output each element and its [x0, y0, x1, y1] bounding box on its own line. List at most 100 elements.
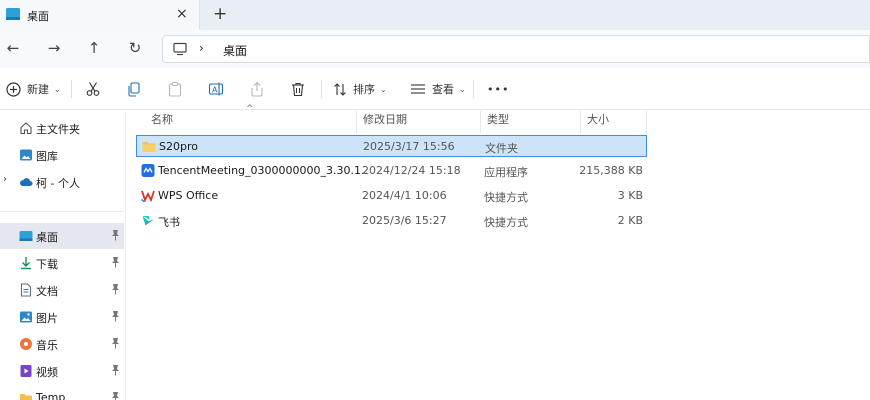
file-name: S20pro [159, 140, 198, 153]
new-label: 新建 [27, 83, 49, 96]
column-header-type[interactable]: 类型 [480, 111, 580, 133]
chevron-right-icon[interactable]: › [3, 174, 7, 185]
svg-text:A: A [212, 86, 218, 95]
file-list: ^ 名称 修改日期 类型 大小 S20pro 2025/3/17 15:56 文… [127, 104, 870, 400]
cloud-icon [20, 178, 33, 186]
music-icon [20, 338, 32, 350]
pin-icon[interactable] [111, 391, 120, 400]
file-name: WPS Office [158, 189, 219, 202]
address-row: ← → ↑ ↻ › 桌面 [0, 30, 870, 68]
sort-label: 排序 [353, 83, 375, 96]
file-row-tencentmeeting[interactable]: TencentMeeting_0300000000_3.30.1... 2024… [136, 160, 647, 182]
trash-icon [292, 82, 304, 97]
file-date: 2024/4/1 10:06 [362, 189, 447, 202]
file-type: 文件夹 [485, 142, 518, 155]
gallery-icon [20, 149, 32, 161]
breadcrumb-desktop[interactable]: 桌面 [223, 42, 247, 59]
tencent-meeting-icon [141, 164, 155, 177]
file-row-wps-office[interactable]: WPS Office 2024/4/1 10:06 快捷方式 3 KB [136, 185, 647, 207]
rename-icon: A [208, 82, 224, 96]
sidebar-item-downloads[interactable]: 下载 [0, 250, 124, 276]
delete-button[interactable] [290, 79, 306, 99]
column-header-date[interactable]: 修改日期 [356, 111, 480, 133]
pin-icon[interactable] [111, 310, 120, 322]
view-button[interactable]: 查看 ⌄ [410, 79, 466, 99]
sidebar-item-onedrive[interactable]: › 柯 - 个人 [0, 169, 124, 195]
file-row-s20pro[interactable]: S20pro 2025/3/17 15:56 文件夹 [136, 135, 647, 157]
new-button[interactable]: 新建 ⌄ [6, 79, 61, 99]
scissors-icon [86, 82, 100, 96]
refresh-button[interactable]: ↻ [125, 38, 145, 58]
chevron-right-icon: › [199, 41, 204, 55]
tab-desktop[interactable]: 桌面 × [0, 0, 200, 30]
copy-button[interactable] [126, 79, 142, 99]
paste-button[interactable] [167, 79, 183, 99]
share-button[interactable] [249, 79, 265, 99]
file-date: 2024/12/24 15:18 [362, 164, 461, 177]
wps-icon [141, 190, 155, 202]
clipboard-icon [168, 81, 182, 97]
file-type: 应用程序 [484, 166, 528, 179]
video-icon [20, 365, 32, 377]
file-date: 2025/3/6 15:27 [362, 214, 447, 227]
command-bar: 新建 ⌄ A 排序 ⌄ 查看 ⌄ ••• [0, 68, 870, 110]
file-size: 215,388 KB [579, 164, 643, 177]
pin-icon[interactable] [111, 364, 120, 376]
folder-icon [20, 394, 32, 400]
pin-icon[interactable] [111, 283, 120, 295]
copy-icon [128, 82, 140, 97]
desktop-folder-icon [6, 8, 20, 20]
file-date: 2025/3/17 15:56 [363, 140, 455, 153]
sidebar-item-desktop[interactable]: 桌面 [0, 223, 124, 249]
sort-button[interactable]: 排序 ⌄ [333, 79, 387, 99]
more-icon: ••• [487, 82, 510, 96]
file-type: 快捷方式 [484, 216, 528, 229]
file-type: 快捷方式 [484, 191, 528, 204]
sort-icon [334, 82, 346, 96]
sidebar-item-label: Temp [36, 391, 66, 400]
sidebar-item-pictures[interactable]: 图片 [0, 304, 124, 330]
sidebar-item-label: 图库 [36, 150, 58, 163]
pin-icon[interactable] [111, 229, 120, 241]
forward-button[interactable]: → [44, 38, 64, 58]
sidebar-item-documents[interactable]: 文档 [0, 277, 124, 303]
chevron-down-icon: ⌄ [54, 84, 61, 94]
feishu-icon [142, 216, 154, 226]
sidebar-item-videos[interactable]: 视频 [0, 358, 124, 384]
cut-button[interactable] [85, 79, 101, 99]
sidebar-item-home[interactable]: 主文件夹 [0, 115, 124, 141]
file-name: TencentMeeting_0300000000_3.30.1... [158, 164, 368, 177]
more-options-button[interactable]: ••• [487, 79, 509, 99]
column-divider[interactable] [646, 111, 647, 133]
back-button[interactable]: ← [3, 38, 23, 58]
close-tab-icon[interactable]: × [176, 6, 188, 22]
file-size: 2 KB [617, 214, 643, 227]
sidebar-item-label: 音乐 [36, 339, 58, 352]
pin-icon[interactable] [111, 337, 120, 349]
tab-title: 桌面 [27, 10, 49, 23]
chevron-down-icon: ⌄ [459, 84, 466, 94]
view-lines-icon [411, 84, 425, 94]
sidebar-item-label: 视频 [36, 366, 58, 379]
pin-icon[interactable] [111, 256, 120, 268]
folder-icon [142, 142, 156, 152]
new-tab-button[interactable]: + [213, 4, 227, 24]
monitor-icon [173, 42, 187, 56]
up-button[interactable]: ↑ [84, 38, 104, 58]
rename-button[interactable]: A [208, 79, 224, 99]
column-header-name[interactable]: 名称 [144, 111, 356, 133]
sidebar-item-music[interactable]: 音乐 [0, 331, 124, 357]
download-icon [21, 257, 31, 270]
sidebar-item-label: 下载 [36, 258, 58, 271]
view-label: 查看 [432, 83, 454, 96]
desktop-folder-icon [19, 231, 33, 241]
file-name: 飞书 [158, 216, 180, 229]
file-size: 3 KB [617, 189, 643, 202]
chevron-down-icon: ⌄ [380, 84, 387, 94]
sidebar-item-gallery[interactable]: 图库 [0, 142, 124, 168]
address-bar[interactable]: › 桌面 [162, 35, 870, 63]
file-row-feishu[interactable]: 飞书 2025/3/6 15:27 快捷方式 2 KB [136, 210, 647, 232]
home-icon [20, 122, 32, 135]
column-header-size[interactable]: 大小 [580, 111, 646, 133]
sidebar-item-temp[interactable]: Temp [0, 385, 124, 400]
